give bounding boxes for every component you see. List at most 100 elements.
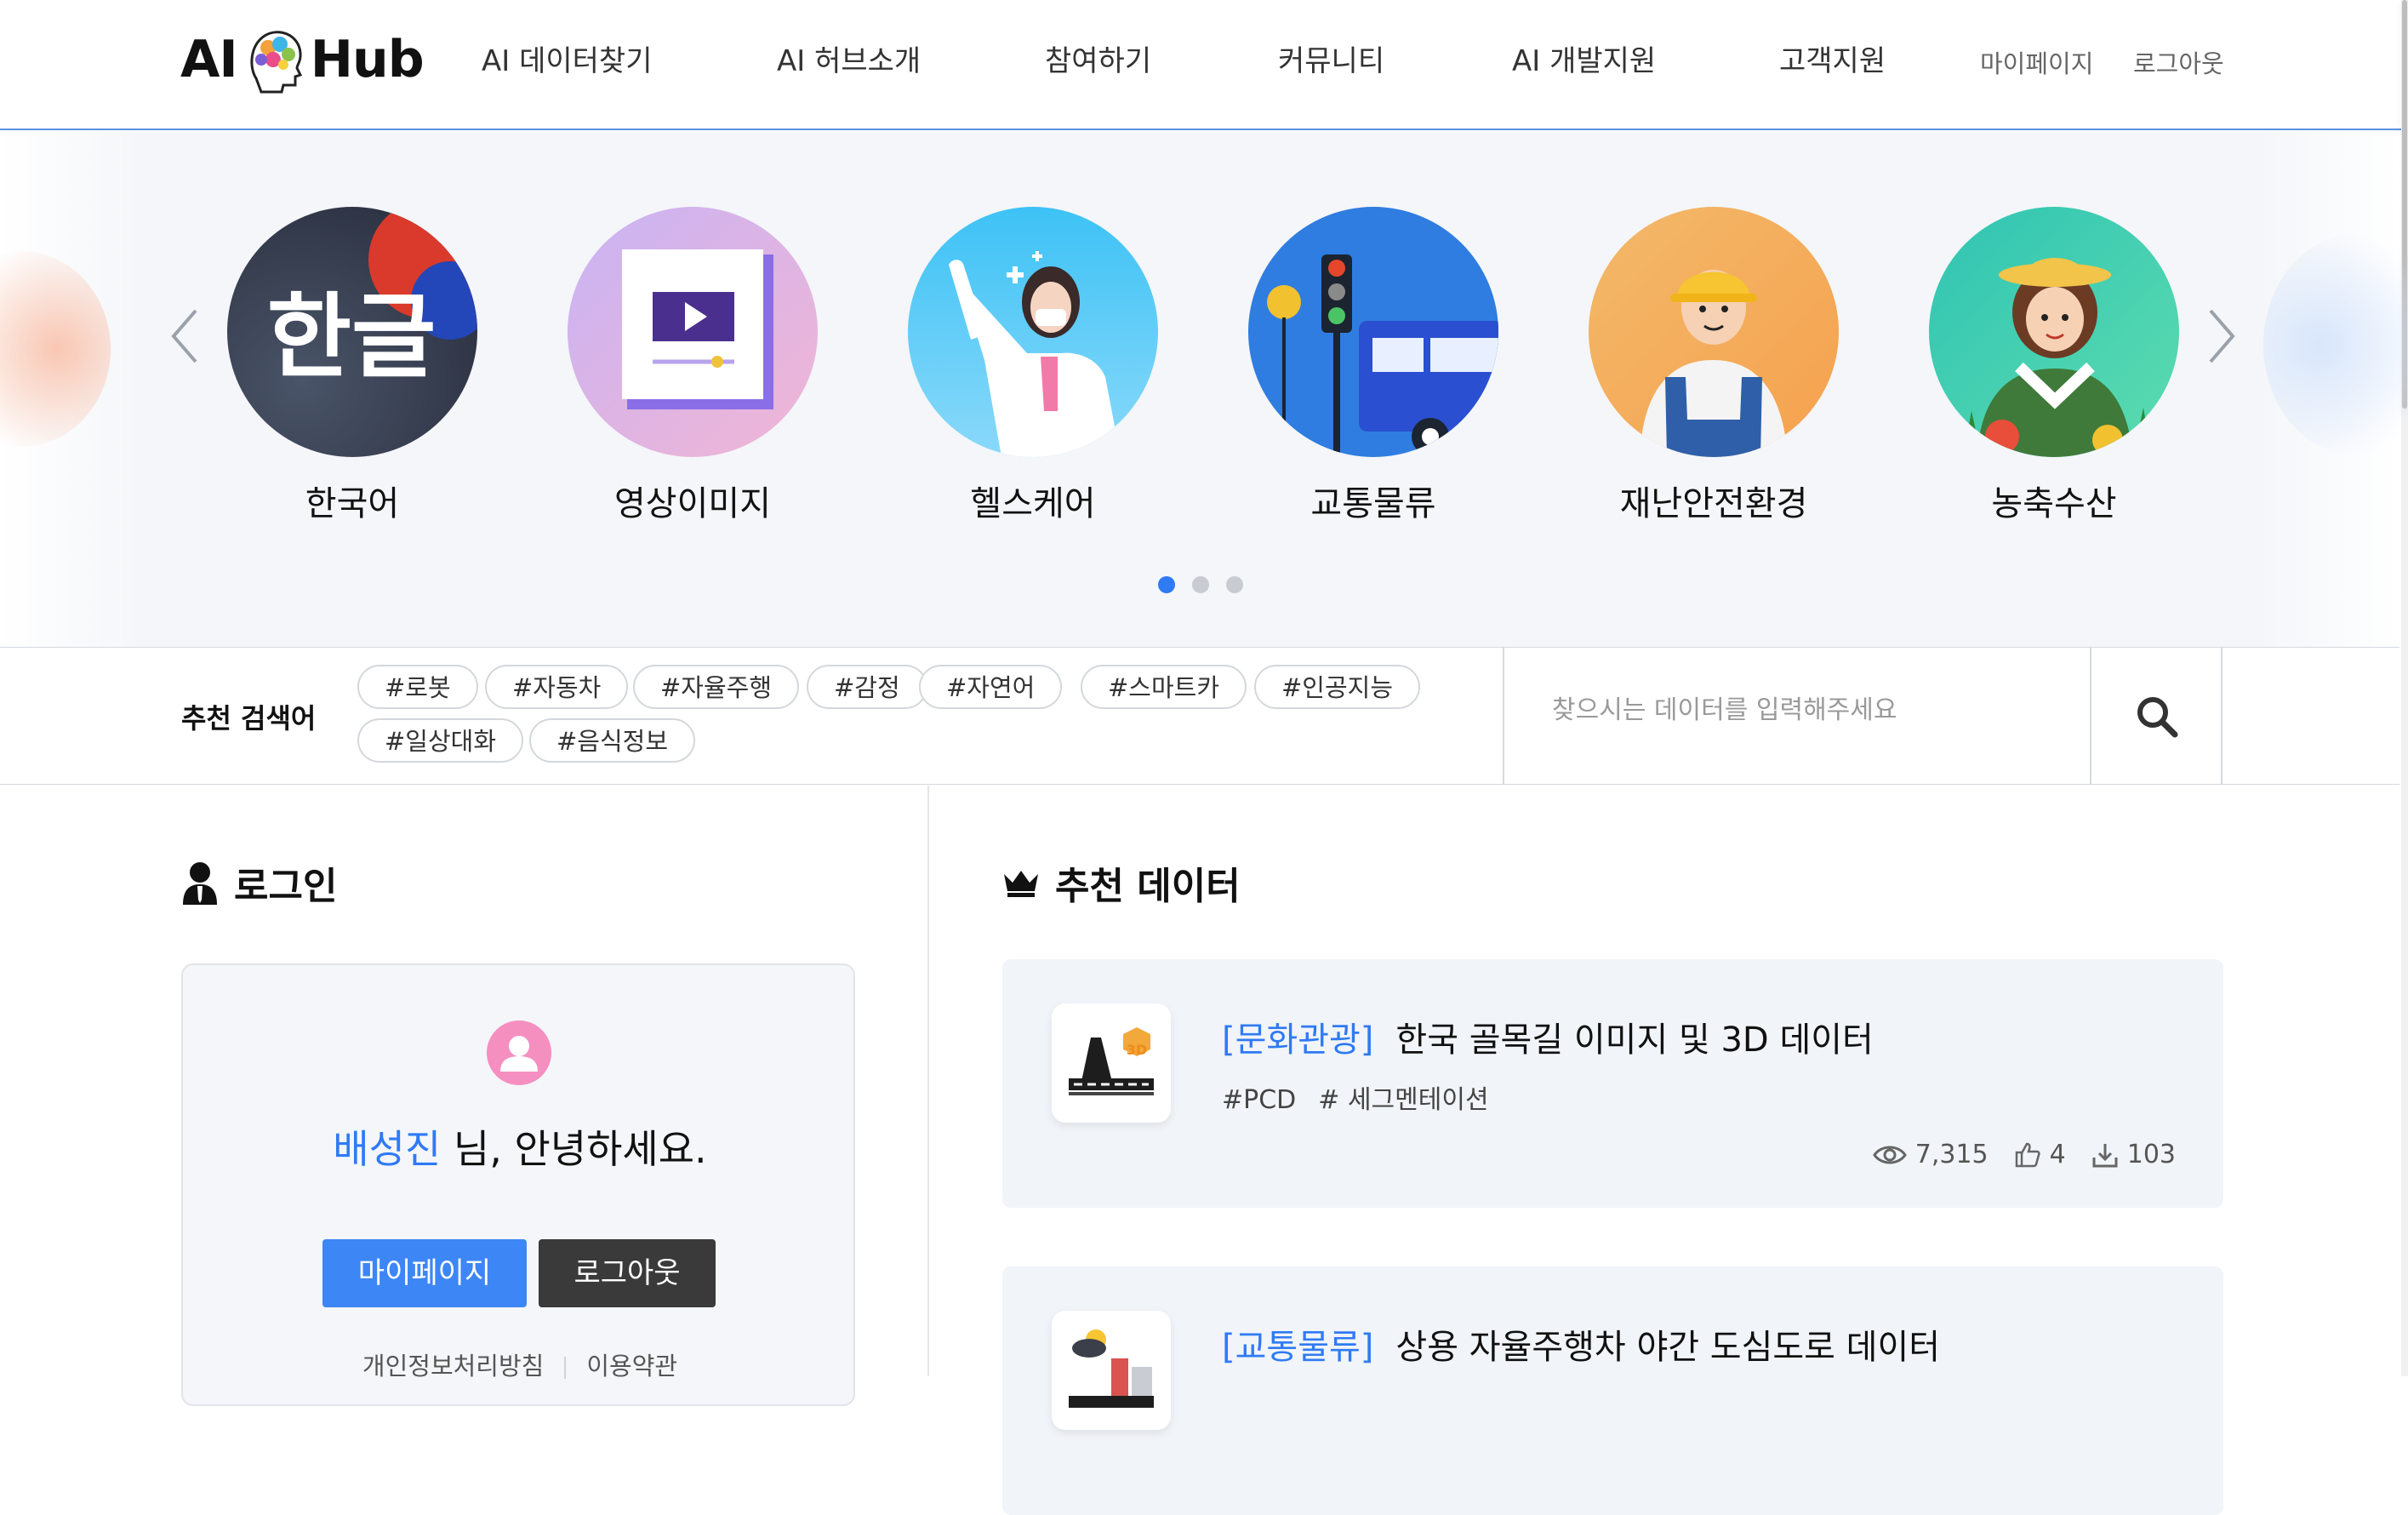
keyword-tag[interactable]: #감정: [807, 665, 927, 709]
keyword-tag[interactable]: #일상대화: [357, 718, 524, 763]
user-name: 배성진: [333, 1126, 442, 1172]
recommended-title-text: 추천 데이터: [1055, 865, 1241, 908]
recommended-data-card[interactable]: 3D [문화관광] 한국 골목길 이미지 및 3D 데이터 #PCD # 세그멘테이…: [1002, 959, 2223, 1208]
traffic-logistics-category-icon: [1248, 207, 1498, 457]
carousel-dot-3[interactable]: [1226, 576, 1243, 593]
category-label: 재난안전환경: [1619, 484, 1808, 523]
category-label: 한국어: [305, 484, 400, 523]
road-3d-icon: 3D: [1069, 1027, 1154, 1095]
header-mypage-link[interactable]: 마이페이지: [1980, 44, 2093, 80]
logo-text-left: AI: [180, 30, 238, 89]
category-agriculture[interactable]: 농축수산: [1926, 207, 2182, 525]
video-image-category-icon: [568, 207, 818, 457]
greeting-suffix: 님, 안녕하세요.: [441, 1126, 707, 1172]
category-healthcare[interactable]: 헬스케어: [905, 207, 1161, 525]
keyword-tag[interactable]: #로봇: [357, 665, 478, 709]
agriculture-category-icon: [1929, 207, 2179, 457]
keyword-tag[interactable]: #자율주행: [633, 665, 800, 709]
disaster-safety-category-icon: [1589, 207, 1839, 457]
thumbs-up-icon: [2015, 1142, 2040, 1167]
data-tag[interactable]: # 세그멘테이션: [1318, 1085, 1488, 1115]
night-city-icon: [1069, 1329, 1154, 1408]
avatar: [487, 1020, 551, 1085]
healthcare-category-icon: [908, 207, 1158, 457]
category-traffic-logistics[interactable]: 교통물류: [1246, 207, 1501, 525]
mypage-button[interactable]: 마이페이지: [322, 1239, 527, 1307]
column-divider: [927, 786, 929, 1376]
data-category[interactable]: [교통물류]: [1222, 1328, 1373, 1367]
nav-community[interactable]: 커뮤니티: [1278, 37, 1384, 79]
header-logout-link[interactable]: 로그아웃: [2133, 44, 2224, 80]
views-stat: 7,315: [1872, 1140, 1989, 1169]
nav-ai-dev-support[interactable]: AI 개발지원: [1512, 37, 1656, 79]
data-search-box: [1503, 648, 2223, 785]
likes-count: 4: [2049, 1140, 2066, 1169]
top-header: AI Hub AI 데이터찾기 AI 허브소개 참여하기 커뮤니티 AI 개발지…: [0, 0, 2408, 130]
recommended-search-bar: 추천 검색어 #로봇 #자동차 #자율주행 #감정 #자연어 #스마트카 #인공…: [0, 647, 2399, 785]
keyword-tag[interactable]: #인공지능: [1254, 665, 1421, 709]
data-category[interactable]: [문화관광]: [1222, 1020, 1373, 1060]
avatar-user-icon: [500, 1036, 538, 1072]
recommended-data-card[interactable]: [교통물류] 상용 자율주행차 야간 도심도로 데이터: [1002, 1266, 2223, 1515]
nav-participate[interactable]: 참여하기: [1045, 37, 1151, 79]
logo-text-right: Hub: [310, 30, 425, 89]
downloads-stat: 103: [2091, 1140, 2176, 1169]
data-thumbnail: 3D: [1052, 1003, 1171, 1123]
carousel-next-arrow-icon[interactable]: [2200, 302, 2243, 370]
carousel-dot-2[interactable]: [1192, 576, 1209, 593]
views-count: 7,315: [1914, 1140, 1989, 1169]
data-card-tags: #PCD # 세그멘테이션: [1222, 1078, 1511, 1116]
greeting-text: 배성진 님, 안녕하세요.: [183, 1118, 857, 1175]
login-card: 배성진 님, 안녕하세요. 마이페이지 로그아웃 개인정보처리방침 이용약관: [181, 963, 855, 1406]
data-search-input[interactable]: [1550, 695, 2061, 726]
download-icon: [2092, 1143, 2118, 1167]
category-korean[interactable]: 한글 한국어: [225, 207, 480, 525]
search-icon: [2137, 696, 2178, 737]
keyword-tag[interactable]: #자연어: [919, 665, 1063, 709]
search-button[interactable]: [2090, 648, 2223, 785]
hangul-text: 한글: [267, 283, 437, 391]
brain-head-icon: [250, 31, 302, 94]
keyword-tag[interactable]: #자동차: [485, 665, 629, 709]
data-card-title: [문화관광] 한국 골목길 이미지 및 3D 데이터: [1222, 1012, 1874, 1061]
crown-icon: [1004, 871, 1038, 897]
thumb-badge-text: 3D: [1127, 1042, 1147, 1058]
recommended-data-section-title: 추천 데이터: [1002, 855, 1241, 910]
data-title-text[interactable]: 한국 골목길 이미지 및 3D 데이터: [1395, 1020, 1873, 1060]
data-card-stats: 7,315 4 103: [1861, 1140, 2176, 1169]
carousel-dot-1[interactable]: [1158, 576, 1175, 593]
eye-icon: [1872, 1146, 1907, 1163]
korean-category-icon: 한글: [227, 207, 477, 457]
category-label: 헬스케어: [970, 484, 1096, 523]
keyword-tag[interactable]: #스마트카: [1081, 665, 1247, 709]
page-scrollbar[interactable]: [2401, 0, 2408, 1376]
data-card-title: [교통물류] 상용 자율주행차 야간 도심도로 데이터: [1222, 1319, 1940, 1369]
category-disaster-safety[interactable]: 재난안전환경: [1586, 207, 1841, 525]
category-label: 영상이미지: [614, 484, 771, 523]
likes-stat: 4: [2014, 1140, 2066, 1169]
logout-button[interactable]: 로그아웃: [539, 1239, 716, 1307]
nav-customer-support[interactable]: 고객지원: [1779, 37, 1886, 79]
recommended-keywords-title: 추천 검색어: [181, 702, 317, 735]
nav-ai-data-search[interactable]: AI 데이터찾기: [482, 37, 653, 79]
carousel-prev-peek: [0, 251, 111, 447]
login-title-text: 로그인: [234, 865, 338, 908]
policy-links: 개인정보처리방침 이용약관: [183, 1346, 857, 1382]
data-title-text[interactable]: 상용 자율주행차 야간 도심도로 데이터: [1395, 1328, 1940, 1367]
carousel-next-peek: [2263, 234, 2408, 455]
downloads-count: 103: [2126, 1140, 2176, 1169]
category-video-image[interactable]: 영상이미지: [565, 207, 820, 525]
login-section-title: 로그인: [181, 855, 337, 910]
link-divider: [564, 1357, 567, 1379]
data-tag[interactable]: #PCD: [1222, 1085, 1296, 1115]
aihub-logo[interactable]: AI Hub: [180, 26, 425, 94]
category-label: 농축수산: [1991, 484, 2117, 523]
keyword-tag[interactable]: #음식정보: [529, 718, 696, 763]
carousel-pagination: [1158, 576, 1243, 593]
carousel-prev-arrow-icon[interactable]: [163, 302, 206, 370]
category-carousel: 한글 한국어 영상이미지 헬스케어 교통물류 재난안전환경 농축수산: [0, 132, 2408, 647]
data-thumbnail: [1052, 1311, 1171, 1430]
user-icon: [183, 862, 217, 905]
category-label: 교통물류: [1310, 484, 1436, 523]
nav-ai-hub-intro[interactable]: AI 허브소개: [777, 37, 921, 79]
